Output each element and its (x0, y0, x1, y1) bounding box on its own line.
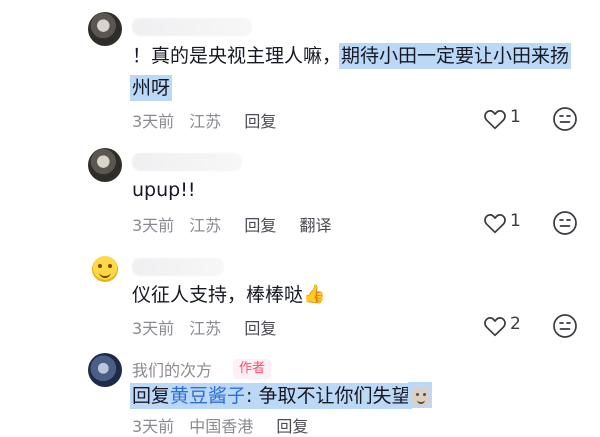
comment-location: 江苏 (189, 112, 222, 131)
like-count: 1 (510, 211, 521, 231)
comment-meta: 3天前 江苏 回复 翻译 (132, 212, 342, 236)
grinning-face-icon[interactable] (92, 256, 118, 282)
comment-text-main: 仪征人支持，棒棒哒 (132, 284, 304, 306)
nickname[interactable]: 我们的次方 (132, 357, 212, 381)
comment-location: 江苏 (189, 216, 222, 235)
like-button[interactable]: 1 (483, 210, 529, 236)
comment-item: 我们的次方 作者 回复黄豆酱子: 争取不让你们失望 3天前 中国香港 回复 (0, 345, 600, 436)
comment-time: 3天前 (132, 319, 175, 338)
comment-item: ！真的是央视主理人嘛，期待小田一定要让小田来扬 州呀 3天前 江苏 回复 1 (0, 0, 600, 135)
like-button[interactable]: 1 (483, 106, 529, 132)
reply-button[interactable]: 回复 (244, 216, 276, 235)
comment-text-highlight: 期待小田一定要让小田来扬 (341, 45, 570, 67)
heart-icon (484, 214, 506, 234)
reply-prefix: 回复 (132, 385, 171, 407)
heart-icon (484, 317, 506, 337)
reply-button[interactable]: 回复 (244, 112, 276, 131)
reply-button[interactable]: 回复 (276, 417, 308, 436)
comment-meta: 3天前 中国香港 回复 (132, 413, 318, 437)
comment-time: 3天前 (132, 112, 175, 131)
heart-icon (484, 110, 506, 130)
comment-text: upup!! (132, 179, 196, 201)
reply-text: 回复黄豆酱子: 争取不让你们失望 (132, 382, 431, 411)
avatar[interactable] (88, 353, 122, 387)
author-badge: 作者 (233, 359, 272, 379)
translate-button[interactable]: 翻译 (300, 216, 332, 235)
comment-item: upup!! 3天前 江苏 回复 翻译 1 (0, 136, 600, 236)
nickname-redacted[interactable] (132, 18, 252, 36)
avatar[interactable] (88, 12, 122, 46)
comment-text-highlight-line2: 州呀 (132, 77, 171, 99)
like-count: 1 (510, 107, 521, 127)
nickname-redacted[interactable] (132, 153, 242, 171)
comment-time: 3天前 (132, 417, 175, 436)
reply-mention[interactable]: 黄豆酱子 (170, 385, 247, 407)
comment-item: 仪征人支持，棒棒哒👍 3天前 江苏 回复 2 (0, 240, 600, 340)
comment-time: 3天前 (132, 216, 175, 235)
neutral-face-icon[interactable] (552, 106, 578, 132)
comment-location: 中国香港 (189, 417, 254, 436)
like-button[interactable]: 2 (483, 313, 529, 339)
comment-text: ！真的是央视主理人嘛，期待小田一定要让小田来扬 (132, 42, 570, 71)
nickname-redacted[interactable] (132, 258, 224, 276)
reply-button[interactable]: 回复 (244, 319, 276, 338)
comment-meta: 3天前 江苏 回复 (132, 315, 286, 339)
avatar[interactable] (88, 148, 122, 182)
like-count: 2 (510, 314, 521, 334)
comment-meta: 3天前 江苏 回复 (132, 108, 286, 132)
comment-text: 仪征人支持，棒棒哒👍 (132, 280, 325, 310)
neutral-face-icon[interactable] (552, 210, 578, 236)
reply-body: : 争取不让你们失望 (246, 385, 411, 407)
comment-text-prefix: ！真的是央视主理人嘛， (132, 45, 342, 67)
neutral-face-icon[interactable] (552, 313, 578, 339)
small-face-sticker-icon (412, 388, 431, 406)
thumbs-up-icon: 👍 (303, 284, 326, 305)
comment-text-line2: 州呀 (132, 74, 171, 103)
comment-location: 江苏 (189, 319, 222, 338)
